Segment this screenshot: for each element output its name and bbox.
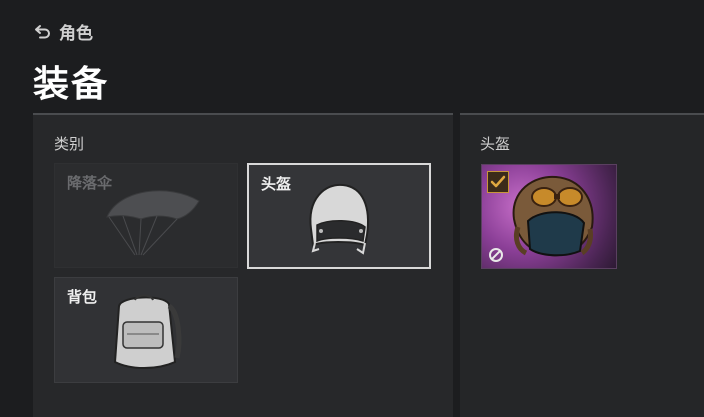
category-panel: 类别 降落伞 头盔 背包 — [33, 113, 453, 417]
aviator-helmet-icon — [512, 175, 594, 257]
return-arrow-icon — [33, 22, 53, 42]
backpack-icon — [113, 294, 182, 369]
back-button[interactable]: 角色 — [33, 19, 93, 44]
category-panel-label: 类别 — [54, 135, 85, 153]
items-panel-label: 头盔 — [480, 135, 511, 153]
category-label-backpack: 背包 — [67, 288, 98, 306]
back-label: 角色 — [59, 24, 93, 44]
checkmark-icon — [490, 175, 506, 188]
items-panel: 头盔 — [460, 113, 704, 417]
equipped-badge — [487, 171, 509, 193]
parachute-icon — [106, 190, 200, 256]
page-title: 装备 — [33, 64, 110, 105]
category-card-backpack[interactable]: 背包 — [54, 277, 238, 383]
category-card-helmet[interactable]: 头盔 — [247, 163, 431, 269]
item-tile-aviator-helmet[interactable] — [481, 164, 617, 269]
category-label-helmet: 头盔 — [261, 175, 292, 193]
category-card-parachute[interactable]: 降落伞 — [54, 163, 238, 268]
ban-icon — [489, 248, 503, 262]
helmet-icon — [309, 183, 369, 255]
